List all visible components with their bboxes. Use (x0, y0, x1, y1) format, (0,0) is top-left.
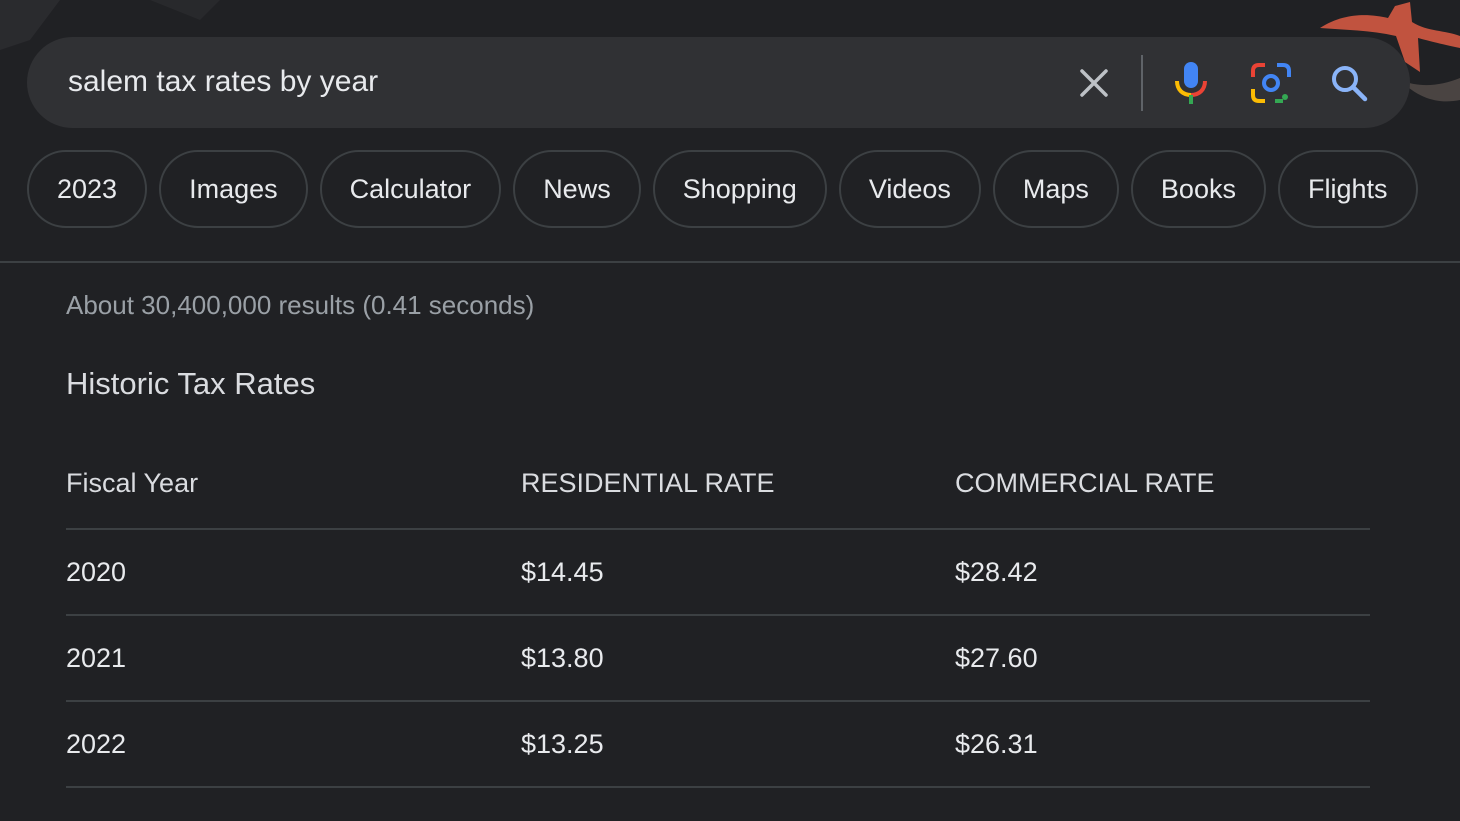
cell-residential-rate: $13.80 (521, 642, 604, 673)
search-input[interactable] (68, 59, 1028, 105)
cell-fiscal-year: 2022 (66, 728, 127, 759)
table-row: 2022 $13.25 $26.31 (66, 702, 1370, 788)
column-header-commercial-rate: COMMERCIAL RATE (955, 467, 1215, 498)
filter-chips: 2023 Images Calculator News Shopping Vid… (27, 150, 1418, 230)
chip-calculator[interactable]: Calculator (319, 150, 502, 228)
chip-news[interactable]: News (513, 150, 641, 228)
search-bar (27, 37, 1410, 128)
microphone-icon (1175, 62, 1207, 104)
chip-2023[interactable]: 2023 (27, 150, 148, 228)
clear-search-button[interactable] (1070, 59, 1118, 107)
header-divider (0, 261, 1460, 263)
table-row: 2020 $14.45 $28.42 (66, 530, 1370, 616)
close-icon (1080, 69, 1108, 97)
cell-residential-rate: $14.45 (521, 556, 604, 587)
chip-images[interactable]: Images (159, 150, 308, 228)
search-bar-divider (1141, 55, 1143, 111)
column-header-residential-rate: RESIDENTIAL RATE (521, 467, 775, 498)
google-lens-icon (1251, 63, 1291, 103)
cell-residential-rate: $13.25 (521, 728, 604, 759)
chip-shopping[interactable]: Shopping (652, 150, 827, 228)
table-header-row: Fiscal Year RESIDENTIAL RATE COMMERCIAL … (66, 438, 1370, 530)
featured-snippet-title: Historic Tax Rates (66, 366, 316, 401)
cell-commercial-rate: $27.60 (955, 642, 1038, 673)
cell-fiscal-year: 2021 (66, 642, 127, 673)
voice-search-button[interactable] (1167, 59, 1215, 107)
cell-commercial-rate: $28.42 (955, 556, 1038, 587)
chip-maps[interactable]: Maps (992, 150, 1119, 228)
table-row: 2021 $13.80 $27.60 (66, 616, 1370, 702)
results-count: About 30,400,000 results (0.41 seconds) (66, 290, 535, 320)
google-lens-button[interactable] (1247, 59, 1295, 107)
cell-commercial-rate: $26.31 (955, 728, 1038, 759)
search-results-page: 2023 Images Calculator News Shopping Vid… (0, 0, 1460, 821)
chip-books[interactable]: Books (1130, 150, 1266, 228)
search-button[interactable] (1325, 59, 1373, 107)
chip-flights[interactable]: Flights (1277, 150, 1418, 228)
tax-rates-table: Fiscal Year RESIDENTIAL RATE COMMERCIAL … (66, 438, 1370, 788)
chip-videos[interactable]: Videos (838, 150, 981, 228)
search-icon (1332, 66, 1368, 102)
column-header-fiscal-year: Fiscal Year (66, 467, 199, 498)
cell-fiscal-year: 2020 (66, 556, 127, 587)
